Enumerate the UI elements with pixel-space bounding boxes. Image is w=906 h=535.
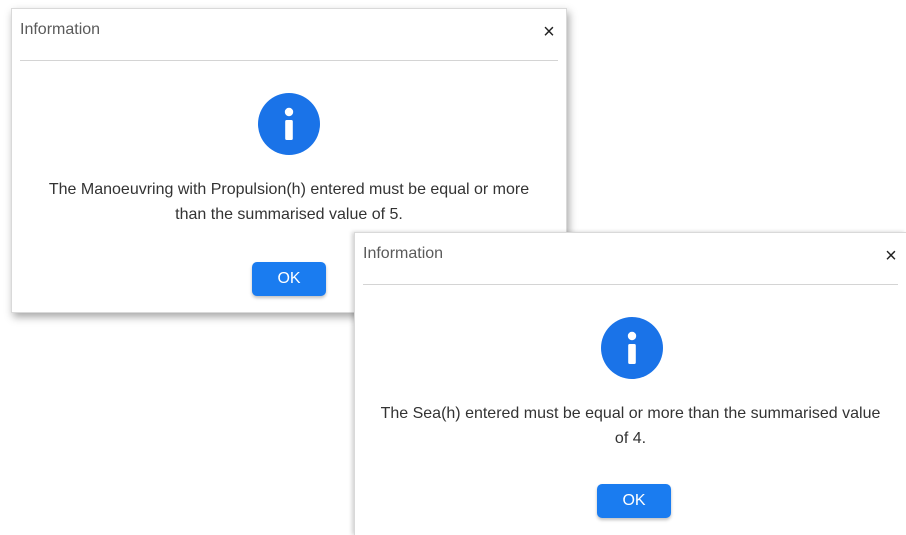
title-divider [363,284,898,285]
dialog-title: Information [20,21,101,38]
message-line-2: than the summarised value of 5. [175,206,403,223]
dialog-message: The Manoeuvring with Propulsion(h) enter… [12,177,566,227]
close-icon[interactable]: × [880,245,902,267]
dialog-message: The Sea(h) entered must be equal or more… [355,401,906,451]
message-line-1: The Manoeuvring with Propulsion(h) enter… [48,181,530,198]
title-divider [20,60,558,61]
dialog-title: Information [363,245,444,262]
info-icon [258,93,320,155]
message-line-2: of 4. [614,430,647,447]
close-icon[interactable]: × [538,21,560,43]
information-dialog-sea: Information × The Sea(h) entered must be… [354,232,906,535]
info-icon [601,317,663,379]
ok-button[interactable]: OK [252,262,326,296]
ok-button[interactable]: OK [597,484,671,518]
message-line-1: The Sea(h) entered must be equal or more… [380,405,881,422]
